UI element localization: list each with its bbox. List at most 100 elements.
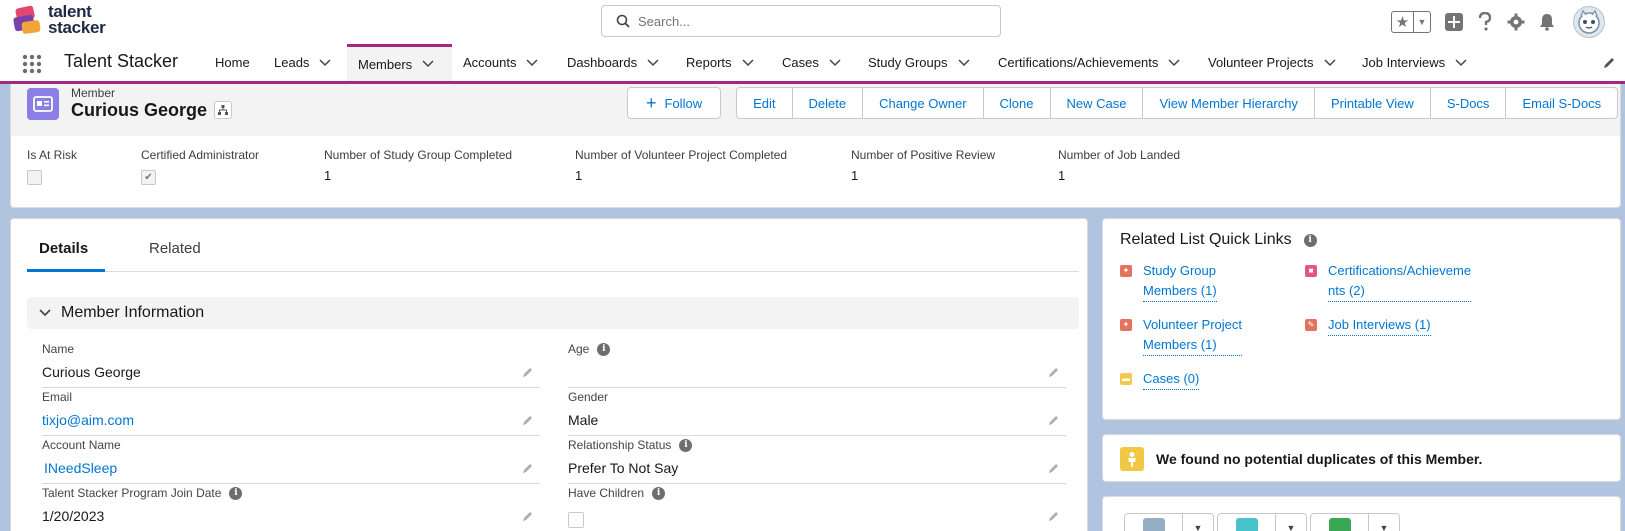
nav-item-home[interactable]: Home: [215, 44, 250, 81]
field-value: 1/20/2023: [42, 508, 105, 524]
tab-related[interactable]: Related: [149, 240, 201, 257]
edit-pencil-icon[interactable]: [522, 462, 534, 474]
quick-link-volunteer-project-members[interactable]: ✦ Volunteer Project Members (1): [1120, 315, 1243, 356]
user-avatar[interactable]: [1573, 6, 1605, 38]
email-link[interactable]: tixjo@aim.com: [42, 412, 134, 428]
nav-item-volunteer-projects[interactable]: Volunteer Projects: [1208, 44, 1336, 81]
highlight-certified-administrator: Certified Administrator ✔: [141, 148, 259, 185]
edit-pencil-icon[interactable]: [1048, 462, 1060, 474]
new-task-action-button[interactable]: ▼: [1310, 513, 1400, 531]
follow-label: Follow: [664, 95, 703, 111]
email-sdocs-button[interactable]: Email S-Docs: [1505, 87, 1619, 119]
quick-link-certifications[interactable]: ■ Certifications/Achieveme nts (2): [1305, 261, 1472, 302]
nav-item-leads[interactable]: Leads: [274, 44, 331, 81]
chevron-down-icon[interactable]: [829, 58, 841, 67]
quick-link-label: Study Group Members (1): [1143, 261, 1217, 302]
member-information-section-header[interactable]: Member Information: [27, 297, 1079, 329]
nav-item-study-groups[interactable]: Study Groups: [868, 44, 970, 81]
view-member-hierarchy-button[interactable]: View Member Hierarchy: [1142, 87, 1315, 119]
chevron-down-icon[interactable]: [1168, 58, 1180, 67]
nav-item-label: Job Interviews: [1362, 55, 1446, 70]
chevron-down-icon[interactable]: ▼: [1183, 514, 1213, 531]
delete-button[interactable]: Delete: [791, 87, 864, 119]
change-owner-button[interactable]: Change Owner: [862, 87, 984, 119]
duplicate-person-icon: [1120, 447, 1144, 471]
account-link[interactable]: INeedSleep: [44, 460, 117, 476]
chevron-down-icon[interactable]: [1455, 58, 1467, 67]
email-action-button[interactable]: ▼: [1124, 513, 1214, 531]
nav-item-dashboards[interactable]: Dashboards: [567, 44, 659, 81]
field-join-date: Talent Stacker Program Join Date i 1/20/…: [42, 484, 540, 531]
nav-item-members[interactable]: Members: [347, 44, 452, 81]
edit-button[interactable]: Edit: [736, 87, 793, 119]
favorite-star-icon[interactable]: ★: [1392, 12, 1414, 32]
global-actions-plus-icon[interactable]: [1443, 11, 1465, 33]
nav-item-job-interviews[interactable]: Job Interviews: [1362, 44, 1467, 81]
chevron-down-icon[interactable]: [526, 58, 539, 67]
global-search-input[interactable]: Search...: [601, 5, 1001, 37]
field-label: Gender: [568, 390, 609, 404]
follow-button[interactable]: + Follow: [627, 87, 722, 119]
info-icon[interactable]: i: [229, 486, 243, 500]
info-icon[interactable]: i: [652, 486, 666, 500]
field-value: Male: [568, 412, 599, 428]
field-label: Have Children i: [568, 486, 666, 500]
edit-pencil-icon[interactable]: [522, 414, 534, 426]
info-icon[interactable]: i: [1303, 233, 1317, 247]
section-title: Member Information: [61, 304, 205, 321]
case-icon: ▬: [1120, 373, 1132, 385]
record-actions: + Follow Edit Delete Change Owner Clone …: [627, 87, 1619, 119]
chevron-down-icon[interactable]: [422, 60, 434, 68]
chevron-down-icon[interactable]: ▼: [1369, 514, 1399, 531]
quick-link-label: Job Interviews (1): [1328, 315, 1431, 336]
app-navigation-bar: Talent Stacker Home Leads Members Accoun…: [0, 44, 1625, 84]
hierarchy-icon[interactable]: [214, 101, 232, 119]
help-question-icon[interactable]: [1474, 11, 1496, 33]
nav-item-label: Certifications/Achievements: [998, 55, 1159, 70]
chevron-down-icon[interactable]: [647, 58, 659, 67]
favorites-menu-chevron-icon[interactable]: ▼: [1414, 12, 1430, 32]
log-call-action-button[interactable]: ▼: [1217, 513, 1307, 531]
edit-pencil-icon[interactable]: [522, 366, 534, 378]
tab-details[interactable]: Details: [39, 240, 88, 257]
clone-button[interactable]: Clone: [982, 87, 1051, 119]
new-case-button[interactable]: New Case: [1049, 87, 1144, 119]
chevron-down-icon[interactable]: ▼: [1276, 514, 1306, 531]
app-launcher-grid-icon[interactable]: [22, 54, 42, 74]
setup-gear-icon[interactable]: [1505, 11, 1527, 33]
search-placeholder: Search...: [638, 13, 691, 29]
nav-item-cases[interactable]: Cases: [782, 44, 841, 81]
info-icon[interactable]: i: [679, 438, 693, 452]
field-relationship-status: Relationship Status i Prefer To Not Say: [568, 436, 1066, 484]
edit-nav-pencil-icon[interactable]: [1602, 56, 1616, 70]
nav-item-label: Members: [358, 56, 413, 72]
chevron-down-icon[interactable]: [742, 58, 754, 67]
chevron-down-icon[interactable]: [319, 58, 331, 67]
highlight-value: 1: [851, 168, 859, 183]
notifications-bell-icon[interactable]: [1536, 11, 1558, 33]
nav-item-certifications[interactable]: Certifications/Achievements: [998, 44, 1180, 81]
nav-item-reports[interactable]: Reports: [686, 44, 754, 81]
edit-pencil-icon[interactable]: [1048, 510, 1060, 522]
edit-pencil-icon[interactable]: [1048, 366, 1060, 378]
edit-pencil-icon[interactable]: [1048, 414, 1060, 426]
chevron-down-icon[interactable]: [957, 58, 970, 67]
edit-pencil-icon[interactable]: [522, 510, 534, 522]
talent-stacker-logo[interactable]: talent stacker: [12, 2, 122, 42]
volunteer-project-icon: ✦: [1120, 319, 1132, 331]
highlight-value: 1: [324, 168, 332, 183]
nav-item-accounts[interactable]: Accounts: [463, 44, 539, 81]
info-icon[interactable]: i: [597, 342, 611, 356]
logo-mark-icon: [13, 5, 41, 34]
quick-link-cases[interactable]: ▬ Cases (0): [1120, 369, 1200, 390]
nav-item-label: Volunteer Projects: [1208, 55, 1314, 70]
app-name: Talent Stacker: [64, 51, 179, 71]
sdocs-button[interactable]: S-Docs: [1429, 87, 1507, 119]
record-title-bar: Member Curious George + Follow Edit Dele…: [11, 84, 1620, 136]
quick-link-job-interviews[interactable]: ✎ Job Interviews (1): [1305, 315, 1431, 336]
chevron-down-icon[interactable]: [1323, 58, 1336, 67]
quick-link-study-group-members[interactable]: ✦ Study Group Members (1): [1120, 261, 1217, 302]
field-label: Age i: [568, 342, 611, 356]
printable-view-button[interactable]: Printable View: [1313, 87, 1431, 119]
nav-item-label: Leads: [274, 55, 310, 70]
